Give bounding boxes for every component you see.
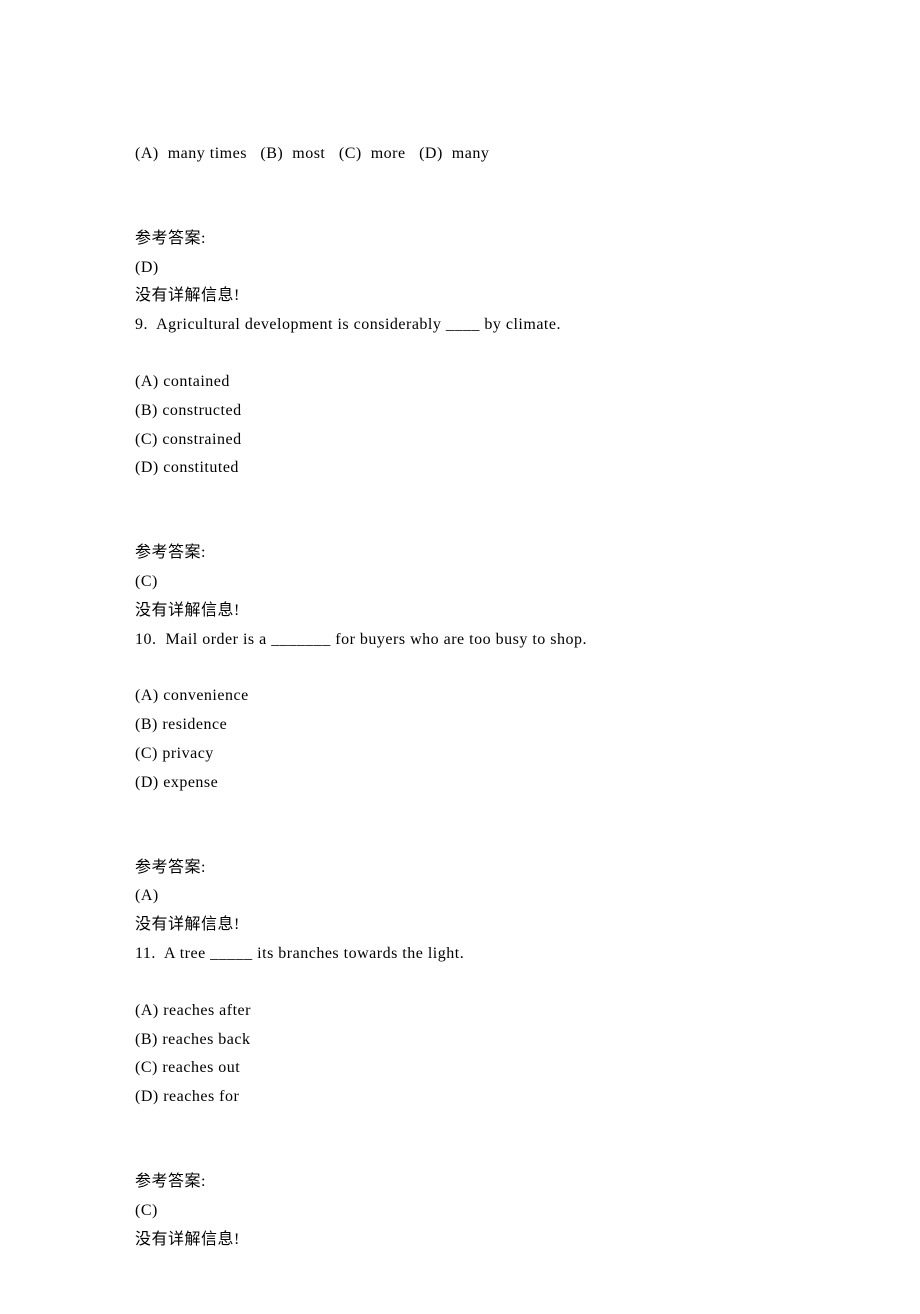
no-explanation: 没有详解信息!	[135, 1226, 785, 1255]
question-11-option-d: (D) reaches for	[135, 1083, 785, 1112]
no-explanation: 没有详解信息!	[135, 911, 785, 940]
answer-label: 参考答案:	[135, 854, 785, 883]
spacer	[135, 483, 785, 511]
no-explanation: 没有详解信息!	[135, 282, 785, 311]
question-10-option-c: (C) privacy	[135, 740, 785, 769]
spacer	[135, 798, 785, 826]
question-11-option-a: (A) reaches after	[135, 997, 785, 1026]
answer-value: (C)	[135, 1197, 785, 1226]
answer-value: (D)	[135, 254, 785, 283]
question-9-option-d: (D) constituted	[135, 454, 785, 483]
question-10-stem: 10. Mail order is a _______ for buyers w…	[135, 626, 785, 655]
spacer	[135, 511, 785, 539]
spacer	[135, 1140, 785, 1168]
question-9-stem: 9. Agricultural development is considera…	[135, 311, 785, 340]
document-page: (A) many times (B) most (C) more (D) man…	[0, 0, 920, 1314]
question-9-option-c: (C) constrained	[135, 426, 785, 455]
question-11-option-c: (C) reaches out	[135, 1054, 785, 1083]
answer-value: (A)	[135, 882, 785, 911]
question-10-option-d: (D) expense	[135, 769, 785, 798]
spacer	[135, 654, 785, 682]
spacer	[135, 826, 785, 854]
answer-label: 参考答案:	[135, 539, 785, 568]
question-10-option-a: (A) convenience	[135, 682, 785, 711]
question-9-option-b: (B) constructed	[135, 397, 785, 426]
spacer	[135, 1112, 785, 1140]
spacer	[135, 169, 785, 197]
question-11-stem: 11. A tree _____ its branches towards th…	[135, 940, 785, 969]
question-8-options: (A) many times (B) most (C) more (D) man…	[135, 140, 785, 169]
question-11-option-b: (B) reaches back	[135, 1026, 785, 1055]
answer-label: 参考答案:	[135, 1168, 785, 1197]
answer-label: 参考答案:	[135, 225, 785, 254]
spacer	[135, 969, 785, 997]
no-explanation: 没有详解信息!	[135, 597, 785, 626]
question-9-option-a: (A) contained	[135, 368, 785, 397]
spacer	[135, 340, 785, 368]
answer-value: (C)	[135, 568, 785, 597]
spacer	[135, 197, 785, 225]
question-10-option-b: (B) residence	[135, 711, 785, 740]
